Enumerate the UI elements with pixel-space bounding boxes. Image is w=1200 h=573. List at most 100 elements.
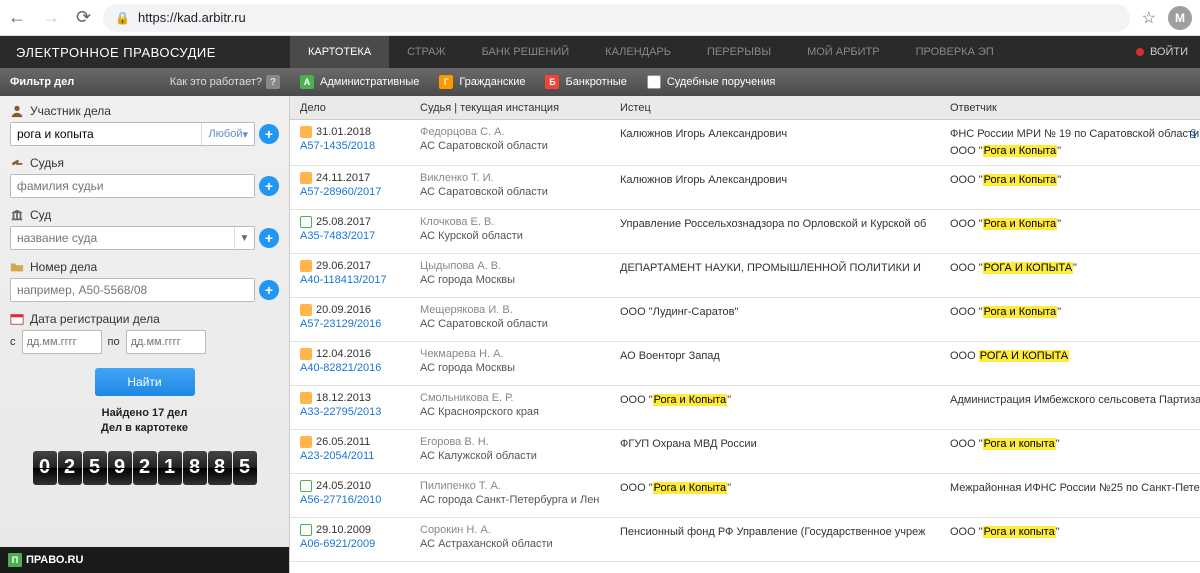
topnav-tab[interactable]: БАНК РЕШЕНИЙ [464,36,588,68]
counter-digit: 8 [183,451,207,485]
filter-civil[interactable]: ГГражданские [439,75,525,89]
pravo-icon: П [8,553,22,567]
court-name: АС Саратовской области [420,318,620,330]
case-number-link[interactable]: А57-23129/2016 [300,318,420,330]
defendant-cell: ФНС России МРИ № 19 по Саратовской облас… [950,126,1200,159]
back-button[interactable]: ← [8,7,26,28]
topnav-tab[interactable]: СТРАЖ [389,36,463,68]
party-label: Участник дела [10,104,279,118]
caseno-input[interactable] [11,279,254,301]
case-type-icon [300,260,312,272]
defendant-cell: ООО "Рога и копыта" [950,524,1200,555]
plaintiff-cell: Управление Россельхознадзора по Орловско… [620,216,950,247]
table-row[interactable]: 18.12.2013А33-22795/2013Смольникова Е. Р… [290,386,1200,430]
header-defendant[interactable]: Ответчик [950,102,1200,114]
court-name: АС Калужской области [420,450,620,462]
court-input[interactable] [11,227,234,249]
filter-court-orders[interactable]: Судебные поручения [647,75,776,89]
profile-avatar[interactable]: M [1168,6,1192,30]
status-dot-icon [1136,48,1144,56]
judge-name: Федорцова С. А. [420,126,620,138]
case-number-link[interactable]: А56-27716/2010 [300,494,420,506]
case-type-icon [300,436,312,448]
search-button[interactable]: Найти [95,368,195,396]
case-type-icon [300,126,312,138]
topnav-tab[interactable]: КАЛЕНДАРЬ [587,36,689,68]
case-number-link[interactable]: А40-82821/2016 [300,362,420,374]
party-any-toggle[interactable]: Любой ▾ [201,123,254,145]
header-judge[interactable]: Судья | текущая инстанция [420,102,620,114]
browser-toolbar: ← → ⟳ 🔒 https://kad.arbitr.ru ☆ M [0,0,1200,36]
date-from-input[interactable] [22,330,102,354]
case-date: 29.10.2009 [316,524,371,536]
table-row[interactable]: 25.08.2017А35-7483/2017Клочкова Е. В.АС … [290,210,1200,254]
judge-input[interactable] [11,175,254,197]
case-type-icon [300,524,312,536]
gavel-icon [10,156,24,170]
judge-label: Судья [10,156,279,170]
date-to-input[interactable] [126,330,206,354]
case-number-link[interactable]: А57-1435/2018 [300,140,420,152]
add-judge-button[interactable]: + [259,176,279,196]
table-row[interactable]: 24.05.2010А56-27716/2010Пилипенко Т. А.А… [290,474,1200,518]
case-date: 31.01.2018 [316,126,371,138]
caseno-label: Номер дела [10,260,279,274]
case-type-icon [300,480,312,492]
case-number-link[interactable]: А40-118413/2017 [300,274,420,286]
plaintiff-cell: Пенсионный фонд РФ Управление (Государст… [620,524,950,555]
court-dropdown-button[interactable]: ▼ [234,227,254,249]
add-party-button[interactable]: + [259,124,279,144]
table-row[interactable]: 29.10.2009А06-6921/2009Сорокин Н. А.АС А… [290,518,1200,562]
judge-name: Чекмарева Н. А. [420,348,620,360]
plaintiff-cell: АО Военторг Запад [620,348,950,379]
court-name: АС Саратовской области [420,186,620,198]
forward-button[interactable]: → [42,7,60,28]
filter-bankrupt[interactable]: ББанкротные [545,75,626,89]
table-row[interactable]: 31.01.2018А57-1435/2018Федорцова С. А.АС… [290,120,1200,166]
case-date: 24.05.2010 [316,480,371,492]
reload-button[interactable]: ⟳ [76,7,91,28]
counter-digit: 2 [133,451,157,485]
table-row[interactable]: 29.06.2017А40-118413/2017Цыдыпова А. В.А… [290,254,1200,298]
case-number-link[interactable]: А33-22795/2013 [300,406,420,418]
address-bar[interactable]: 🔒 https://kad.arbitr.ru [103,4,1130,32]
case-type-icon [300,216,312,228]
table-row[interactable]: 20.09.2016А57-23129/2016Мещерякова И. В.… [290,298,1200,342]
case-type-icon [300,304,312,316]
table-row[interactable]: 26.05.2011А23-2054/2011Егорова В. Н.АС К… [290,430,1200,474]
topnav-tab[interactable]: ПРОВЕРКА ЭП [898,36,1012,68]
lock-icon: 🔒 [115,11,130,25]
table-row[interactable]: 12.04.2016А40-82821/2016Чекмарева Н. А.А… [290,342,1200,386]
judge-name: Смольникова Е. Р. [420,392,620,404]
table-row[interactable]: 24.11.2017А57-28960/2017Викленко Т. И.АС… [290,166,1200,210]
folder-icon [10,260,24,274]
party-input[interactable] [11,123,201,145]
help-icon: ? [266,75,280,89]
case-number-link[interactable]: А06-6921/2009 [300,538,420,550]
counter-digit: 8 [208,451,232,485]
counter-digit: 2 [58,451,82,485]
case-type-icon [300,172,312,184]
login-button[interactable]: ВОЙТИ [1150,46,1188,58]
topnav-tab[interactable]: КАРТОТЕКА [290,36,389,68]
judge-name: Мещерякова И. В. [420,304,620,316]
bookmark-icon[interactable]: ☆ [1142,8,1156,28]
filter-administrative[interactable]: ААдминистративные [300,75,419,89]
defendant-cell: ООО "Рога и Копыта" [950,216,1200,247]
pravo-footer[interactable]: П ПРАВО.RU [0,547,289,573]
add-caseno-button[interactable]: + [259,280,279,300]
results-summary: Найдено 17 дел Дел в картотеке [10,406,279,437]
case-date: 24.11.2017 [316,172,370,184]
header-case[interactable]: Дело [290,102,420,114]
header-plaintiff[interactable]: Истец [620,102,950,114]
case-type-icon [300,392,312,404]
case-number-link[interactable]: А23-2054/2011 [300,450,420,462]
topnav-tab[interactable]: ПЕРЕРЫВЫ [689,36,789,68]
help-link[interactable]: Как это работает? ? [170,75,280,89]
brand-title: ЭЛЕКТРОННОЕ ПРАВОСУДИЕ [0,45,290,60]
case-number-link[interactable]: А35-7483/2017 [300,230,420,242]
case-number-link[interactable]: А57-28960/2017 [300,186,420,198]
defendant-cell: Межрайонная ИФНС России №25 по Санкт-Пет… [950,480,1200,511]
add-court-button[interactable]: + [259,228,279,248]
topnav-tab[interactable]: МОЙ АРБИТР [789,36,898,68]
